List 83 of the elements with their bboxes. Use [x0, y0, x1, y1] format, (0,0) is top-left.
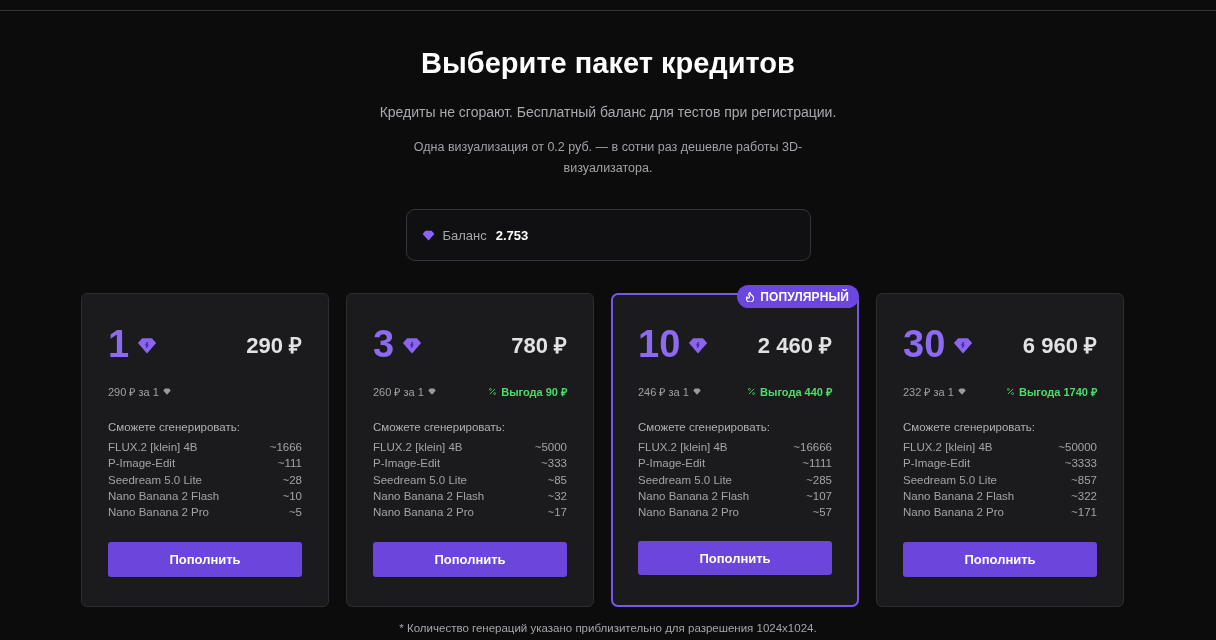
flame-icon [746, 291, 755, 302]
balance-value: 2.753 [495, 227, 529, 243]
generation-count: ~171 [1071, 506, 1097, 519]
unit-price: 290 ₽ за 1 [108, 384, 159, 399]
estimates-heading: Сможете сгенерировать: [903, 420, 1036, 435]
model-name: P-Image-Edit [373, 457, 441, 470]
model-name: Nano Banana 2 Pro [638, 506, 740, 519]
generation-count: ~5000 [534, 441, 567, 454]
gem-icon [688, 336, 709, 354]
model-name: Seedream 5.0 Lite [638, 473, 732, 486]
generation-count: ~111 [277, 457, 302, 470]
generation-count: ~10 [282, 490, 302, 503]
generation-count: ~285 [806, 473, 832, 486]
subtitle-text: Кредиты не сгорают. Бесплатный баланс для тестов при регистрации. [379, 103, 837, 122]
gem-icon [692, 387, 701, 395]
top-up-button[interactable]: Пополнить [108, 542, 302, 578]
generation-count: ~107 [806, 490, 832, 503]
credit-amount: 30 [903, 322, 946, 366]
generation-count: ~333 [541, 457, 567, 470]
package-price: 2 460 ₽ [757, 332, 832, 359]
savings-label: Выгода 440 ₽ [760, 384, 832, 399]
gem-icon [953, 336, 974, 354]
package-price: 780 ₽ [511, 332, 567, 359]
generation-count: ~85 [547, 473, 567, 486]
unit-price: 246 ₽ за 1 [638, 384, 689, 399]
package-price: 6 960 ₽ [1022, 332, 1097, 359]
gem-icon [421, 229, 435, 241]
model-name: Nano Banana 2 Pro [903, 506, 1005, 519]
model-name: Nano Banana 2 Flash [108, 490, 220, 503]
popular-badge: ПОПУЛЯРНЫЙ [737, 285, 859, 308]
generation-count: ~50000 [1058, 441, 1097, 454]
model-name: P-Image-Edit [903, 457, 971, 470]
estimates-heading: Сможете сгенерировать: [373, 420, 506, 435]
model-name: FLUX.2 [klein] 4B [108, 441, 198, 454]
model-name: Seedream 5.0 Lite [373, 473, 467, 486]
gem-icon [402, 336, 423, 354]
percent-icon [1006, 387, 1014, 395]
model-name: P-Image-Edit [108, 457, 176, 470]
generation-count: ~857 [1071, 473, 1097, 486]
gem-icon [427, 387, 436, 395]
credit-amount: 10 [638, 322, 681, 366]
gem-icon [162, 387, 171, 395]
percent-icon [748, 387, 756, 395]
gem-icon [137, 336, 158, 354]
generation-count: ~322 [1071, 490, 1097, 503]
top-up-button[interactable]: Пополнить [638, 541, 832, 576]
model-name: FLUX.2 [klein] 4B [638, 441, 728, 454]
model-name: Nano Banana 2 Pro [373, 506, 475, 519]
estimates-heading: Сможете сгенерировать: [638, 420, 771, 435]
page-title: Выберите пакет кредитов [421, 46, 795, 81]
top-up-button[interactable]: Пополнить [903, 542, 1097, 578]
generation-count: ~1666 [269, 441, 302, 454]
generation-count: ~28 [282, 473, 302, 486]
credit-amount: 1 [108, 322, 130, 366]
gem-icon [957, 387, 966, 395]
footnote-text: * Количество генераций указано приблизительно для разрешения 1024x1024. [399, 621, 817, 636]
savings-label: Выгода 1740 ₽ [1018, 384, 1097, 399]
unit-price: 232 ₽ за 1 [903, 384, 954, 399]
generation-count: ~32 [547, 490, 567, 503]
model-name: Nano Banana 2 Flash [903, 490, 1015, 503]
generation-count: ~3333 [1064, 457, 1097, 470]
model-name: Seedream 5.0 Lite [903, 473, 997, 486]
generation-count: ~1111 [802, 457, 832, 470]
model-name: FLUX.2 [klein] 4B [903, 441, 993, 454]
top-up-button[interactable]: Пополнить [373, 542, 567, 578]
unit-price: 260 ₽ за 1 [373, 384, 424, 399]
generation-count: ~5 [288, 506, 302, 519]
model-name: Nano Banana 2 Flash [373, 490, 485, 503]
model-name: P-Image-Edit [638, 457, 706, 470]
credit-amount: 3 [373, 322, 395, 366]
generation-count: ~16666 [793, 441, 832, 454]
price-note-text: Одна визуализация от 0.2 руб. — в сотни раз дешевле работы 3D-визуализатора. [412, 139, 804, 177]
model-name: Seedream 5.0 Lite [108, 473, 202, 486]
model-name: FLUX.2 [klein] 4B [373, 441, 463, 454]
generation-count: ~57 [812, 506, 832, 519]
generation-count: ~17 [547, 506, 567, 519]
savings-label: Выгода 90 ₽ [501, 384, 567, 399]
model-name: Nano Banana 2 Pro [108, 506, 210, 519]
model-name: Nano Banana 2 Flash [638, 490, 750, 503]
package-price: 290 ₽ [246, 332, 302, 359]
balance-label: Баланс [442, 227, 487, 243]
percent-icon [489, 387, 497, 395]
estimates-heading: Сможете сгенерировать: [108, 420, 241, 435]
